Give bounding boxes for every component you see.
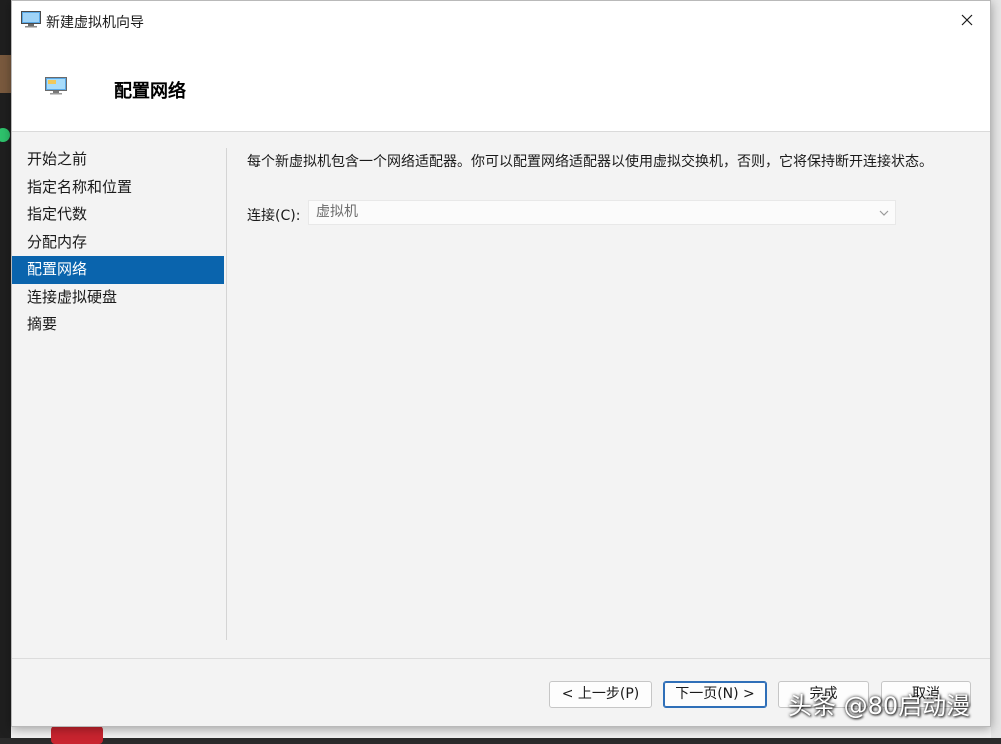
close-icon — [961, 14, 973, 26]
new-vm-wizard-dialog: 新建虚拟机向导 配置网络 开始之前 指定名称和位置 指定代数 分配内存 配置网络… — [11, 0, 991, 727]
page-title: 配置网络 — [114, 81, 186, 102]
wizard-steps-nav: 开始之前 指定名称和位置 指定代数 分配内存 配置网络 连接虚拟硬盘 摘要 — [12, 146, 224, 339]
network-description: 每个新虚拟机包含一个网络适配器。你可以配置网络适配器以使用虚拟交换机，否则，它将… — [247, 154, 933, 170]
title-bar[interactable]: 新建虚拟机向导 — [12, 1, 990, 39]
nav-item-summary[interactable]: 摘要 — [12, 311, 224, 339]
watermark: 头条 @80启动漫 — [788, 692, 971, 720]
connection-label: 连接(C): — [247, 208, 301, 224]
connection-selected-value: 虚拟机 — [316, 204, 358, 220]
status-dot — [0, 128, 10, 142]
nav-item-generation[interactable]: 指定代数 — [12, 201, 224, 229]
desktop-left-edge — [0, 0, 11, 738]
window-title: 新建虚拟机向导 — [46, 15, 144, 31]
desktop-thumbnail — [0, 55, 11, 93]
nav-item-memory[interactable]: 分配内存 — [12, 229, 224, 257]
monitor-icon — [45, 77, 67, 95]
connection-dropdown[interactable]: 虚拟机 — [308, 200, 896, 225]
footer-divider — [12, 658, 990, 659]
previous-button[interactable]: < 上一步(P) — [549, 681, 652, 708]
nav-item-before-you-begin[interactable]: 开始之前 — [12, 146, 224, 174]
taskbar-app-icon — [51, 726, 103, 744]
monitor-icon — [21, 11, 41, 28]
desktop-right-edge — [991, 0, 1001, 738]
nav-item-networking[interactable]: 配置网络 — [12, 256, 224, 284]
close-button[interactable] — [944, 1, 990, 39]
desktop-bottom-edge — [11, 726, 991, 744]
next-button[interactable]: 下一页(N) > — [663, 681, 767, 708]
nav-item-virtual-hard-disk[interactable]: 连接虚拟硬盘 — [12, 284, 224, 312]
nav-item-name-and-location[interactable]: 指定名称和位置 — [12, 174, 224, 202]
wizard-header: 配置网络 — [12, 39, 990, 132]
chevron-down-icon — [879, 210, 889, 216]
nav-divider — [226, 148, 227, 640]
